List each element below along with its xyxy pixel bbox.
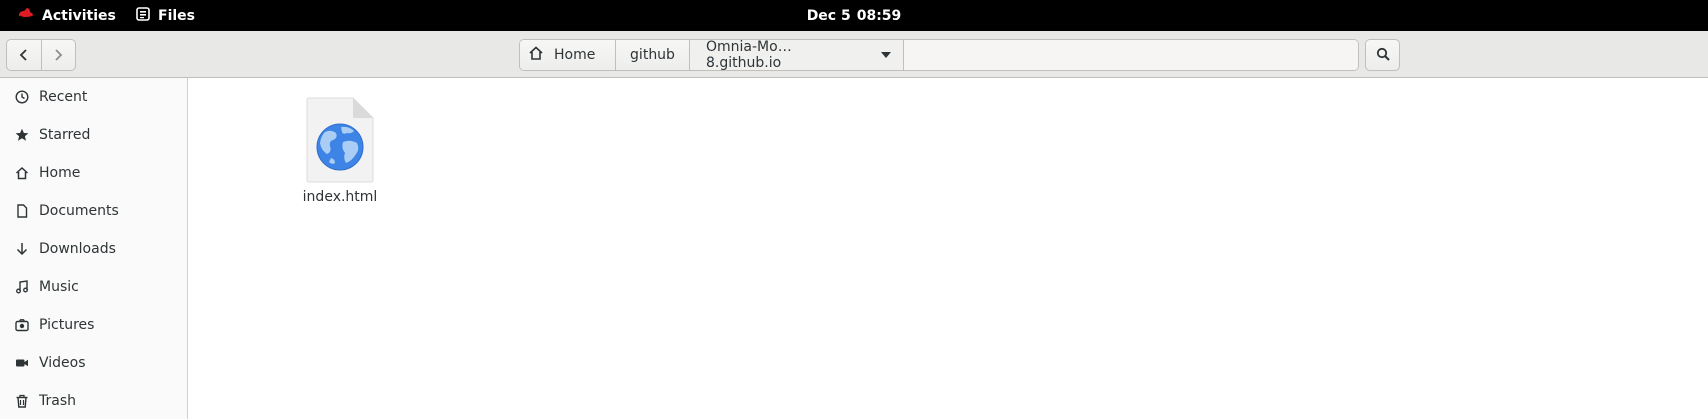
camera-icon bbox=[14, 317, 30, 333]
sidebar: Recent Starred Home Documents Downloads … bbox=[0, 78, 188, 419]
path-bar: Home github Omnia-Mo… 8.github.io bbox=[519, 39, 1359, 71]
html-file-globe-icon bbox=[305, 96, 375, 188]
dropdown-arrow-icon bbox=[869, 51, 903, 59]
chevron-left-icon bbox=[18, 46, 30, 65]
sidebar-item-label: Recent bbox=[39, 89, 88, 105]
breadcrumb-github[interactable]: github bbox=[616, 40, 690, 70]
trash-icon bbox=[14, 393, 30, 409]
clock-icon bbox=[14, 89, 30, 105]
document-icon bbox=[14, 203, 30, 219]
top-bar: Activities Files Dec 5 08:59 bbox=[0, 0, 1708, 31]
sidebar-item-recent[interactable]: Recent bbox=[0, 78, 187, 116]
forward-button[interactable] bbox=[40, 40, 76, 70]
sidebar-item-label: Trash bbox=[39, 393, 76, 409]
file-item[interactable]: index.html bbox=[290, 93, 390, 211]
sidebar-item-home[interactable]: Home bbox=[0, 154, 187, 192]
search-button[interactable] bbox=[1365, 39, 1400, 71]
sidebar-item-music[interactable]: Music bbox=[0, 268, 187, 306]
breadcrumb-home[interactable]: Home bbox=[520, 40, 616, 70]
navigation-buttons bbox=[6, 39, 76, 71]
file-view[interactable] bbox=[189, 78, 1708, 419]
sidebar-item-starred[interactable]: Starred bbox=[0, 116, 187, 154]
music-icon bbox=[14, 279, 30, 295]
breadcrumb-github-label: github bbox=[630, 47, 675, 63]
sidebar-item-label: Music bbox=[39, 279, 79, 295]
sidebar-item-label: Starred bbox=[39, 127, 91, 143]
home-icon bbox=[14, 165, 30, 181]
clock-time: 08:59 bbox=[856, 7, 902, 24]
sidebar-item-label: Home bbox=[39, 165, 81, 181]
file-name: index.html bbox=[302, 189, 378, 205]
clock-date: Dec 5 bbox=[806, 7, 851, 24]
breadcrumb-home-label: Home bbox=[554, 47, 596, 63]
home-icon bbox=[528, 45, 544, 65]
sidebar-item-videos[interactable]: Videos bbox=[0, 344, 187, 382]
sidebar-item-pictures[interactable]: Pictures bbox=[0, 306, 187, 344]
sidebar-item-label: Videos bbox=[39, 355, 86, 371]
sidebar-item-label: Pictures bbox=[39, 317, 95, 333]
sidebar-item-downloads[interactable]: Downloads bbox=[0, 230, 187, 268]
chevron-right-icon bbox=[52, 46, 64, 65]
header-bar: Home github Omnia-Mo… 8.github.io bbox=[0, 31, 1708, 78]
video-icon bbox=[14, 355, 30, 371]
breadcrumb-current-label: Omnia-Mo… 8.github.io bbox=[706, 39, 792, 71]
sidebar-item-trash[interactable]: Trash bbox=[0, 382, 187, 420]
sidebar-item-documents[interactable]: Documents bbox=[0, 192, 187, 230]
search-icon bbox=[1376, 46, 1390, 65]
download-icon bbox=[14, 241, 30, 257]
breadcrumb-current-folder[interactable]: Omnia-Mo… 8.github.io bbox=[690, 40, 904, 70]
sidebar-item-label: Documents bbox=[39, 203, 119, 219]
sidebar-item-label: Downloads bbox=[39, 241, 116, 257]
star-icon bbox=[14, 127, 30, 143]
clock[interactable]: Dec 5 08:59 bbox=[0, 0, 1708, 31]
path-bar-empty-area bbox=[904, 40, 1358, 70]
back-button[interactable] bbox=[7, 40, 41, 70]
